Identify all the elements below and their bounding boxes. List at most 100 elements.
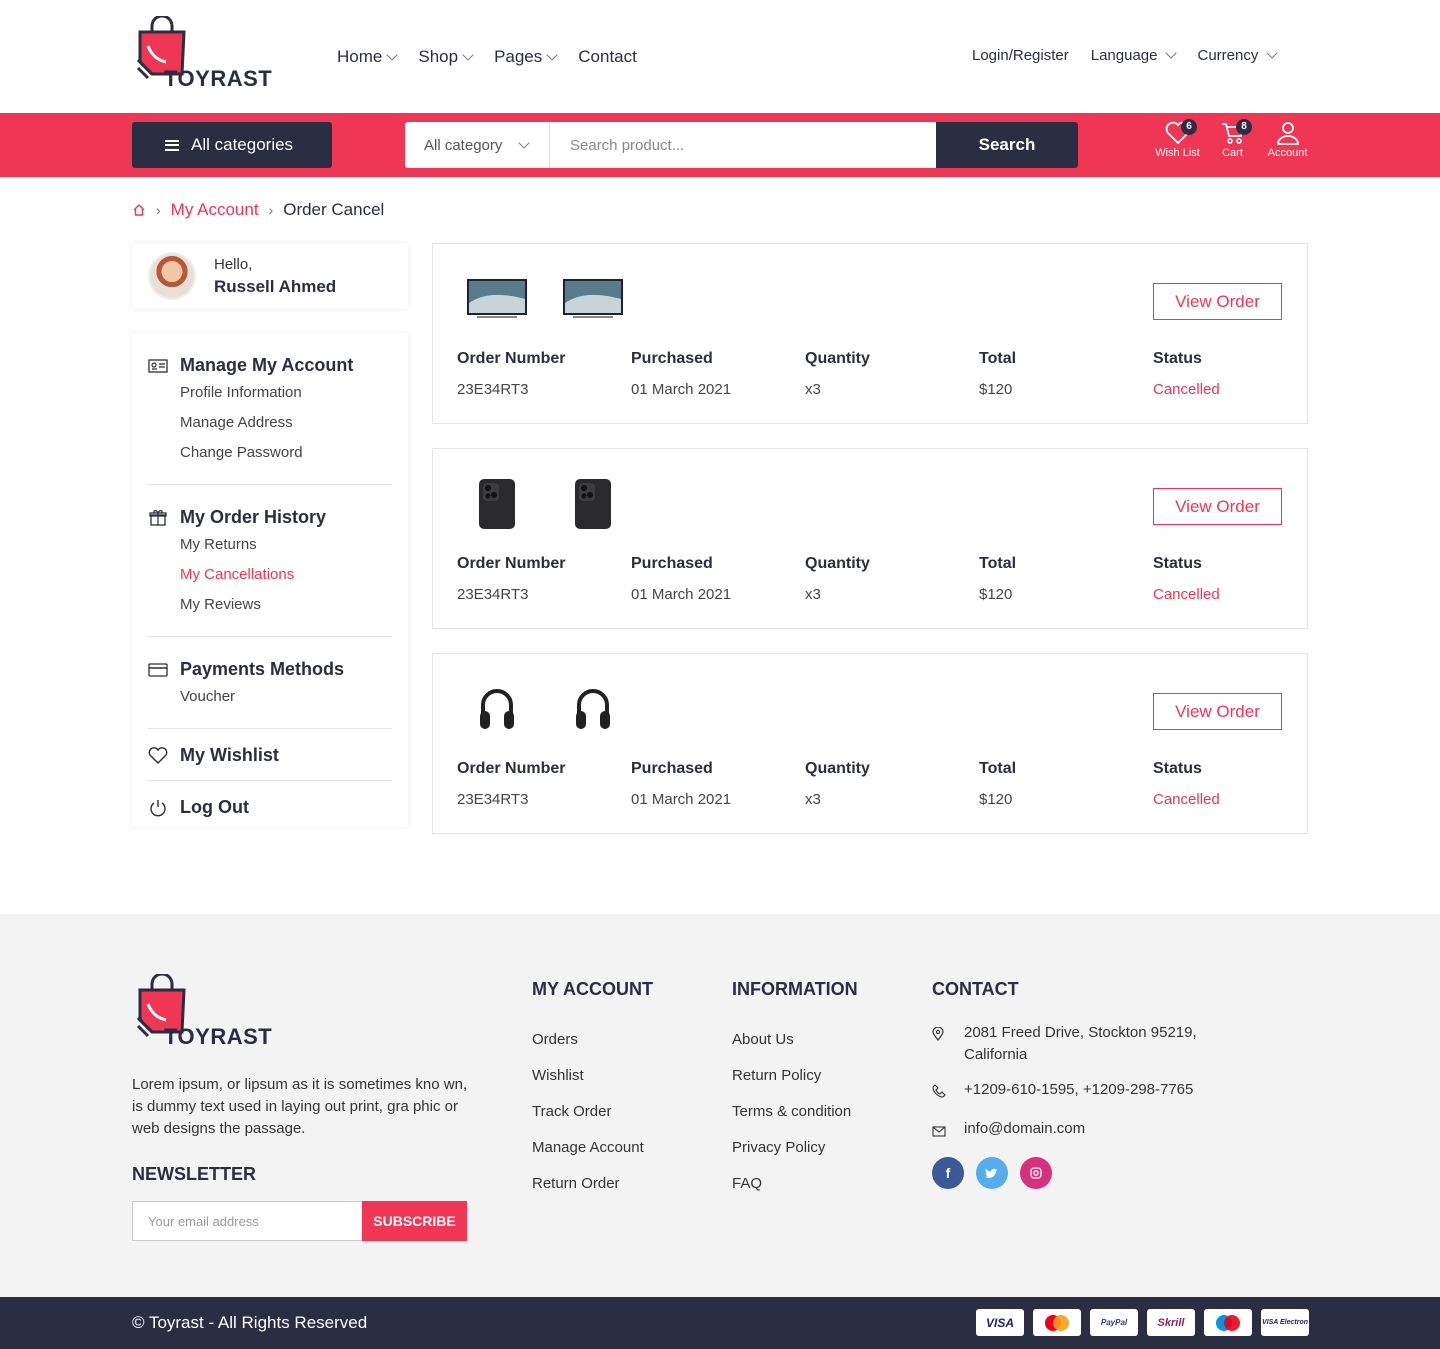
category-select[interactable]: All category bbox=[405, 122, 550, 168]
logo-text: TOYRAST bbox=[164, 66, 273, 91]
footer-link-return-order[interactable]: Return Order bbox=[532, 1166, 653, 1202]
skrill-icon: Skrill bbox=[1147, 1309, 1195, 1336]
nav-shop[interactable]: Shop bbox=[418, 47, 474, 67]
order-number: 23E34RT3 bbox=[457, 586, 529, 603]
status-badge: Cancelled bbox=[1153, 791, 1220, 808]
search-input[interactable] bbox=[550, 122, 936, 168]
nav-home[interactable]: Home bbox=[337, 47, 399, 67]
footer-link-orders[interactable]: Orders bbox=[532, 1022, 653, 1058]
footer-contact: CONTACT 2081 Freed Drive, Stockton 95219… bbox=[932, 979, 1232, 1189]
account-label: Account bbox=[1267, 147, 1308, 159]
site-header: TOYRAST Home Shop Pages Contact Login/Re… bbox=[0, 0, 1440, 113]
footer-link-return-policy[interactable]: Return Policy bbox=[732, 1058, 858, 1094]
location-pin-icon bbox=[932, 1022, 946, 1066]
home-icon[interactable] bbox=[132, 203, 146, 217]
menu-log-out-label: Log Out bbox=[180, 797, 249, 817]
menu-manage-account[interactable]: Manage My Account bbox=[148, 355, 392, 376]
chevron-down-icon bbox=[386, 48, 399, 61]
user-name: Russell Ahmed bbox=[214, 276, 337, 296]
login-label: Login/Register bbox=[972, 47, 1069, 64]
power-icon bbox=[148, 798, 168, 818]
phone-icon bbox=[465, 479, 529, 529]
chevron-down-icon bbox=[546, 48, 558, 61]
payment-methods: VISA PayPal Skrill VISA Electron bbox=[976, 1309, 1309, 1336]
gift-icon bbox=[148, 508, 168, 528]
menu-section-wishlist: My Wishlist bbox=[148, 729, 392, 781]
view-order-button[interactable]: View Order bbox=[1153, 488, 1282, 525]
account-button[interactable]: Account bbox=[1260, 121, 1315, 159]
breadcrumb-current: Order Cancel bbox=[283, 200, 385, 219]
menu-my-returns[interactable]: My Returns bbox=[180, 530, 392, 560]
menu-section-order-history: My Order History My Returns My Cancellat… bbox=[148, 485, 392, 637]
nav-contact[interactable]: Contact bbox=[578, 47, 637, 67]
menu-my-cancellations[interactable]: My Cancellations bbox=[180, 560, 392, 590]
chevron-down-icon bbox=[1165, 47, 1178, 59]
purchased-date: 01 March 2021 bbox=[631, 791, 732, 808]
menu-log-out[interactable]: Log Out bbox=[148, 797, 392, 818]
facebook-icon[interactable]: f bbox=[932, 1157, 964, 1189]
subscribe-button[interactable]: SUBSCRIBE bbox=[362, 1201, 467, 1241]
menu-my-reviews[interactable]: My Reviews bbox=[180, 590, 392, 620]
copyright-text: © Toyrast - All Rights Reserved bbox=[132, 1313, 368, 1332]
footer-link-about-us[interactable]: About Us bbox=[732, 1022, 858, 1058]
id-card-icon bbox=[148, 356, 168, 376]
all-categories-button[interactable]: All categories bbox=[132, 122, 332, 168]
footer-link-wishlist[interactable]: Wishlist bbox=[532, 1058, 653, 1094]
menu-change-password[interactable]: Change Password bbox=[180, 438, 392, 468]
menu-manage-address[interactable]: Manage Address bbox=[180, 408, 392, 438]
breadcrumb-my-account[interactable]: My Account bbox=[171, 200, 259, 220]
footer-link-track-order[interactable]: Track Order bbox=[532, 1094, 653, 1130]
contact-email[interactable]: info@domain.com bbox=[964, 1118, 1085, 1144]
instagram-icon[interactable] bbox=[1020, 1157, 1052, 1189]
footer-information: INFORMATION About Us Return Policy Terms… bbox=[732, 979, 858, 1202]
breadcrumb: › My Account › Order Cancel bbox=[132, 200, 384, 220]
newsletter-title: NEWSLETTER bbox=[132, 1164, 256, 1184]
menu-my-wishlist[interactable]: My Wishlist bbox=[148, 745, 392, 766]
footer-link-manage-account[interactable]: Manage Account bbox=[532, 1130, 653, 1166]
menu-profile-information[interactable]: Profile Information bbox=[180, 378, 392, 408]
menu-payment-methods-label: Payments Methods bbox=[180, 659, 345, 679]
footer-link-faq[interactable]: FAQ bbox=[732, 1166, 858, 1202]
login-register-link[interactable]: Login/Register bbox=[972, 47, 1069, 64]
logo[interactable]: TOYRAST bbox=[132, 14, 272, 92]
greeting: Hello, bbox=[214, 255, 253, 273]
phone-icon bbox=[561, 479, 625, 529]
heart-icon bbox=[148, 746, 168, 766]
menu-section-manage-account: Manage My Account Profile Information Ma… bbox=[148, 333, 392, 485]
wishlist-button[interactable]: 6 Wish List bbox=[1150, 119, 1205, 159]
view-order-button[interactable]: View Order bbox=[1153, 283, 1282, 320]
order-card: View Order Order Number 23E34RT3 Purchase… bbox=[432, 653, 1308, 834]
menu-voucher[interactable]: Voucher bbox=[180, 682, 392, 712]
currency-dropdown[interactable]: Currency bbox=[1197, 47, 1279, 64]
nav-pages[interactable]: Pages bbox=[494, 47, 558, 67]
footer-link-privacy-policy[interactable]: Privacy Policy bbox=[732, 1130, 858, 1166]
footer-information-title: INFORMATION bbox=[732, 979, 858, 999]
language-dropdown[interactable]: Language bbox=[1091, 47, 1178, 64]
search-button[interactable]: Search bbox=[936, 122, 1078, 168]
contact-phone[interactable]: +1209-610-1595, +1209-298-7765 bbox=[964, 1079, 1193, 1105]
twitter-icon[interactable] bbox=[976, 1157, 1008, 1189]
total-value: $120 bbox=[979, 791, 1013, 808]
footer-my-account-title: MY ACCOUNT bbox=[532, 979, 653, 999]
footer-logo[interactable]: TOYRAST bbox=[132, 972, 272, 1050]
wishlist-label: Wish List bbox=[1155, 147, 1200, 159]
footer-link-terms[interactable]: Terms & condition bbox=[732, 1094, 858, 1130]
quantity-value: x3 bbox=[805, 381, 821, 398]
order-number: 23E34RT3 bbox=[457, 381, 529, 398]
footer-about-text: Lorem ipsum, or lipsum as it is sometime… bbox=[132, 1076, 468, 1137]
menu-section-logout: Log Out bbox=[148, 781, 392, 832]
chevron-right-icon: › bbox=[156, 202, 161, 218]
view-order-button[interactable]: View Order bbox=[1153, 693, 1282, 730]
menu-order-history[interactable]: My Order History bbox=[148, 507, 392, 528]
cart-button[interactable]: 8 Cart bbox=[1205, 119, 1260, 159]
menu-section-payments: Payments Methods Voucher bbox=[148, 637, 392, 729]
tv-icon bbox=[465, 274, 529, 324]
footer-contact-title: CONTACT bbox=[932, 979, 1019, 999]
order-card: View Order Order Number 23E34RT3 Purchase… bbox=[432, 243, 1308, 424]
status-label: Status bbox=[1153, 350, 1202, 367]
mastercard-icon bbox=[1033, 1309, 1081, 1336]
account-menu: Manage My Account Profile Information Ma… bbox=[132, 333, 408, 827]
newsletter-email-input[interactable] bbox=[132, 1201, 362, 1241]
order-number-label: Order Number bbox=[457, 555, 566, 572]
menu-payment-methods[interactable]: Payments Methods bbox=[148, 659, 392, 680]
